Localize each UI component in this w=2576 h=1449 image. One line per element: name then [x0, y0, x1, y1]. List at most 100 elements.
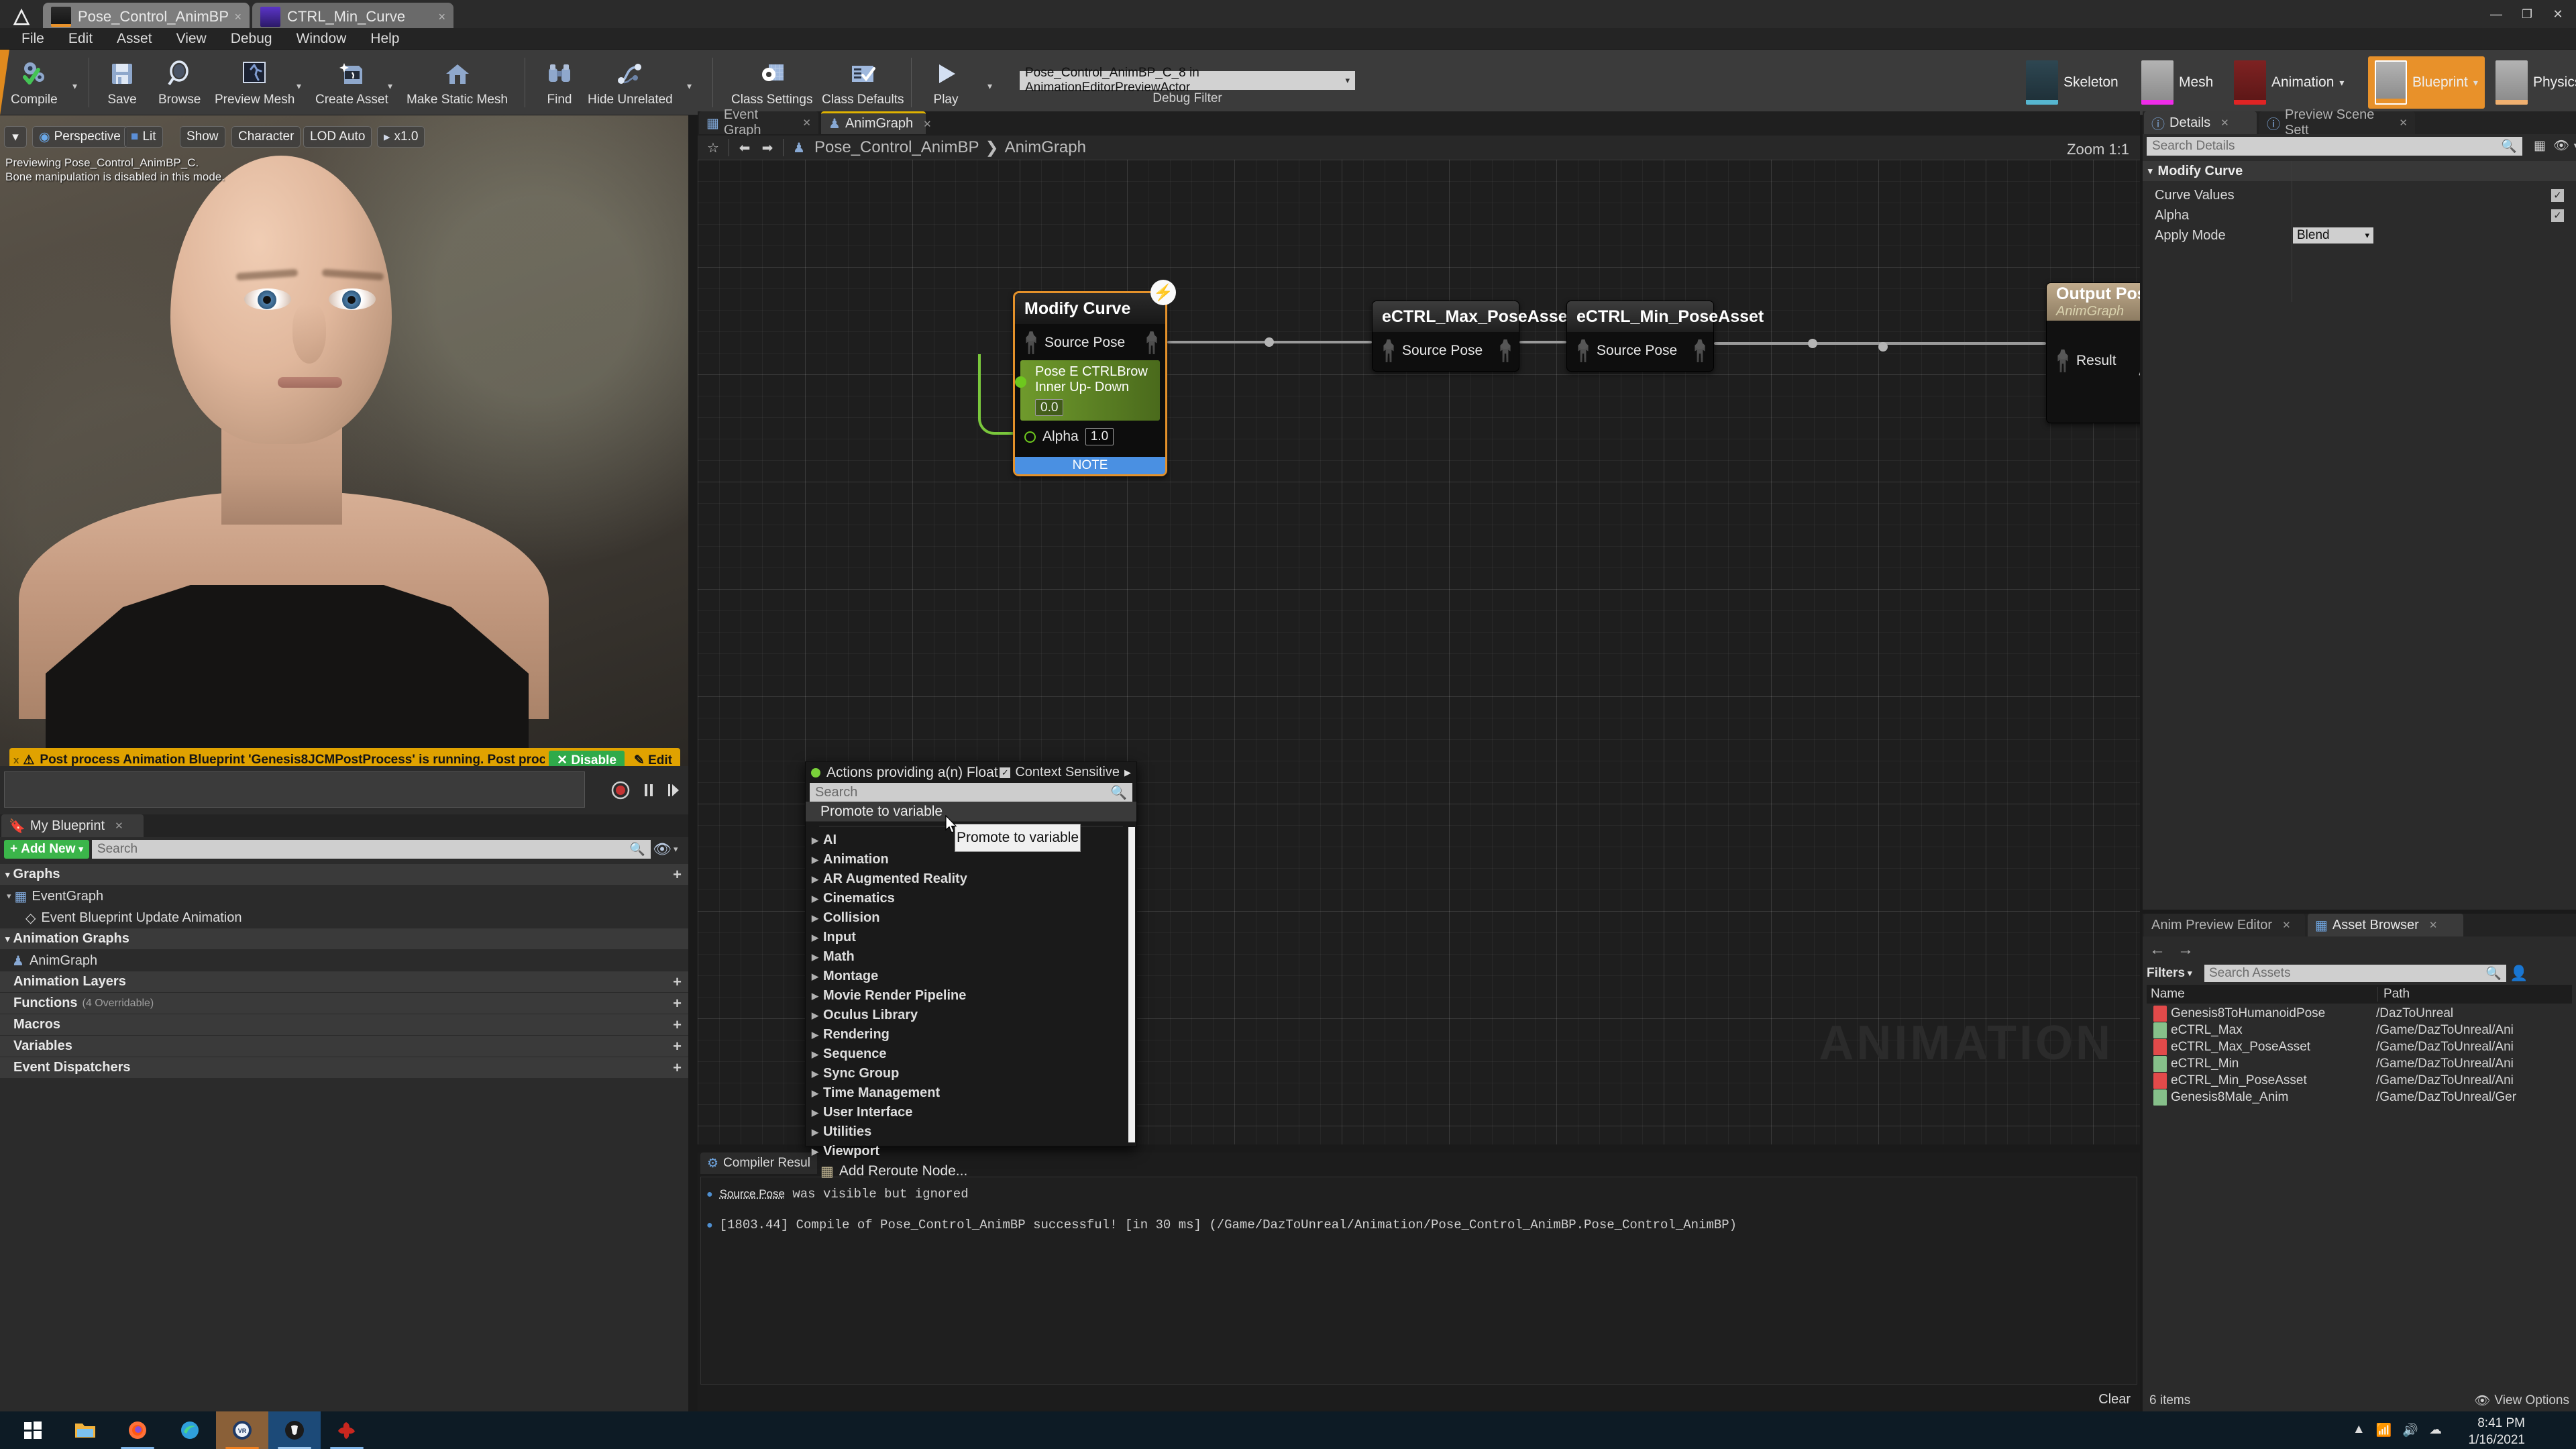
app-tab-ctrl-min-curve[interactable]: CTRL_Min_Curve × [252, 3, 453, 31]
alpha-value-field[interactable]: 1.0 [1085, 428, 1114, 445]
viewport-options-button[interactable]: ▾ [4, 126, 27, 148]
details-search-input[interactable]: Search Details 🔍 [2147, 137, 2522, 156]
close-icon[interactable]: ✕ [802, 117, 811, 129]
section-event-dispatchers[interactable]: Event Dispatchers + [0, 1057, 688, 1079]
category-sync-group[interactable]: ▶ Sync Group [806, 1064, 1136, 1083]
close-icon[interactable]: ✕ [923, 118, 932, 130]
close-window-button[interactable]: ✕ [2542, 0, 2573, 28]
tab-event-graph[interactable]: ▦ Event Graph ✕ [699, 107, 818, 138]
back-arrow-icon[interactable]: ← [2149, 941, 2165, 959]
section-graphs[interactable]: ▾ Graphs + [0, 864, 688, 885]
asset-row[interactable]: eCTRL_Max /Game/DazToUnreal/Ani [2147, 1022, 2572, 1038]
add-icon[interactable]: + [673, 1016, 682, 1034]
category-oculus-library[interactable]: ▶ Oculus Library [806, 1006, 1136, 1025]
asset-row[interactable]: Genesis8ToHumanoidPose /DazToUnreal [2147, 1005, 2572, 1022]
preview-viewport[interactable]: ▾ ◉ Perspective ■ Lit Show Character LOD… [0, 115, 688, 766]
item-eventgraph[interactable]: ▾ ▦ EventGraph [0, 885, 688, 907]
add-icon[interactable]: + [673, 1059, 682, 1077]
chevron-down-icon[interactable]: ▾ [674, 844, 684, 855]
close-icon[interactable]: × [234, 10, 241, 24]
section-functions[interactable]: Functions (4 Overridable) + [0, 993, 688, 1014]
category-animation[interactable]: ▶ Animation [806, 850, 1136, 869]
section-animation-graphs[interactable]: ▾ Animation Graphs [0, 928, 688, 950]
show-desktop-button[interactable] [2565, 1411, 2572, 1449]
tab-asset-browser[interactable]: ▦ Asset Browser ✕ [2308, 914, 2463, 936]
context-sensitive-toggle[interactable]: ✓ Context Sensitive ▶ [1000, 765, 1131, 780]
my-blueprint-eye-icon[interactable]: 👁 [653, 841, 672, 858]
category-user-interface[interactable]: ▶ User Interface [806, 1103, 1136, 1122]
file-explorer-button[interactable] [59, 1411, 111, 1449]
close-icon[interactable]: ✕ [2429, 919, 2438, 931]
mode-button-physics[interactable]: Physics [2489, 56, 2576, 109]
play-dropdown-arrow[interactable]: ▾ [987, 80, 992, 92]
apply-mode-combo[interactable]: Blend ▾ [2293, 227, 2373, 244]
class-settings-button[interactable]: Class Settings [731, 52, 812, 113]
compile-dropdown-arrow[interactable]: ▾ [72, 80, 77, 92]
warning-edit-button[interactable]: ✎ Edit [634, 753, 672, 767]
category-viewport[interactable]: ▶ Viewport [806, 1142, 1136, 1161]
start-button[interactable] [7, 1411, 59, 1449]
action-promote-to-variable[interactable]: Promote to variable [806, 802, 1136, 822]
tray-chevron-icon[interactable]: ▲ [2353, 1422, 2365, 1438]
action-add-reroute-node[interactable]: ▦ Add Reroute Node... [806, 1161, 1136, 1181]
chevron-down-icon[interactable]: ▾ [2565, 136, 2576, 156]
details-row-curve-values[interactable]: Curve Values ✓ [2143, 185, 2576, 205]
close-icon[interactable]: ✕ [2282, 919, 2291, 931]
back-arrow-icon[interactable]: ⬅ [733, 138, 756, 158]
checkbox-checked-icon[interactable]: ✓ [1000, 767, 1011, 778]
details-group-modify-curve[interactable]: ▾ Modify Curve [2143, 161, 2576, 181]
asset-row[interactable]: eCTRL_Max_PoseAsset /Game/DazToUnreal/An… [2147, 1038, 2572, 1055]
tab-compiler-results[interactable]: ⚙ Compiler Resul [700, 1152, 817, 1174]
category-sequence[interactable]: ▶ Sequence [806, 1044, 1136, 1064]
menu-window[interactable]: Window [284, 31, 359, 47]
pin-curve-value[interactable]: Pose E CTRLBrow Inner Up- Down 0.0 [1015, 360, 1160, 421]
checkbox-checked-icon[interactable]: ✓ [2551, 189, 2564, 202]
category-movie-render-pipeline[interactable]: ▶ Movie Render Pipeline [806, 986, 1136, 1006]
minimize-button[interactable]: — [2481, 0, 2512, 28]
asset-search-input[interactable]: Search Assets 🔍 [2204, 965, 2506, 982]
make-static-mesh-button[interactable]: Make Static Mesh [407, 52, 508, 113]
details-row-alpha[interactable]: Alpha ✓ [2143, 205, 2576, 225]
node-output-pose[interactable]: Output Pose AnimGraph Result [2046, 282, 2140, 423]
asset-row[interactable]: eCTRL_Min_PoseAsset /Game/DazToUnreal/An… [2147, 1072, 2572, 1089]
tray-volume-icon[interactable]: 🔊 [2402, 1422, 2418, 1438]
item-animgraph[interactable]: ♟ AnimGraph [0, 950, 688, 971]
warning-disable-button[interactable]: ✕ Disable [549, 750, 625, 766]
preview-mesh-button[interactable]: Preview Mesh [215, 52, 294, 113]
close-icon[interactable]: ✕ [2220, 117, 2229, 129]
viewport-lod-button[interactable]: LOD Auto [303, 126, 372, 148]
action-menu-search-input[interactable]: Search 🔍 [810, 783, 1132, 802]
alpha-pin-icon[interactable] [1024, 431, 1036, 443]
taskbar-clock[interactable]: 8:41 PM 1/16/2021 [2468, 1415, 2525, 1448]
category-math[interactable]: ▶ Math [806, 947, 1136, 967]
node-ectrl-min-poseasset[interactable]: eCTRL_Min_PoseAsset Source Pose [1566, 301, 1764, 372]
clear-button[interactable]: Clear [2098, 1392, 2131, 1407]
close-icon[interactable]: × [438, 10, 445, 24]
column-header-name[interactable]: Name [2147, 987, 2377, 1002]
viewport-playrate-button[interactable]: ▸ x1.0 [377, 126, 425, 148]
vr-button[interactable]: VR [216, 1411, 268, 1449]
pin-source-pose[interactable]: Source Pose [1567, 337, 1713, 364]
column-header-path[interactable]: Path [2377, 987, 2572, 1002]
user-icon[interactable]: 👤 [2510, 965, 2528, 982]
asset-row[interactable]: Genesis8Male_Anim /Game/DazToUnreal/Ger [2147, 1089, 2572, 1106]
forward-arrow-icon[interactable]: → [2178, 941, 2194, 959]
curve-value-field[interactable]: 0.0 [1035, 399, 1064, 416]
menu-edit[interactable]: Edit [56, 31, 105, 47]
unreal-engine-button[interactable] [268, 1411, 321, 1449]
details-row-apply-mode[interactable]: Apply Mode Blend ▾ [2143, 225, 2576, 246]
category-montage[interactable]: ▶ Montage [806, 967, 1136, 986]
pin-source-pose[interactable]: Source Pose [1373, 337, 1519, 364]
close-icon[interactable]: x [13, 755, 19, 766]
compiler-link[interactable]: Source Pose was visible but ignored [720, 1187, 969, 1201]
category-input[interactable]: ▶ Input [806, 928, 1136, 947]
play-button[interactable]: Play [928, 52, 963, 113]
item-event-blueprint-update-animation[interactable]: ◇ Event Blueprint Update Animation [0, 907, 688, 928]
pin-alpha[interactable]: Alpha 1.0 [1015, 423, 1165, 450]
close-icon[interactable]: ✕ [115, 820, 123, 832]
viewport-lit-button[interactable]: ■ Lit [124, 126, 163, 148]
action-menu-scrollbar[interactable] [1128, 827, 1135, 1142]
hide-unrelated-dropdown-arrow[interactable]: ▾ [687, 80, 692, 92]
menu-file[interactable]: File [9, 31, 56, 47]
tray-onedrive-icon[interactable]: ☁ [2429, 1422, 2442, 1438]
